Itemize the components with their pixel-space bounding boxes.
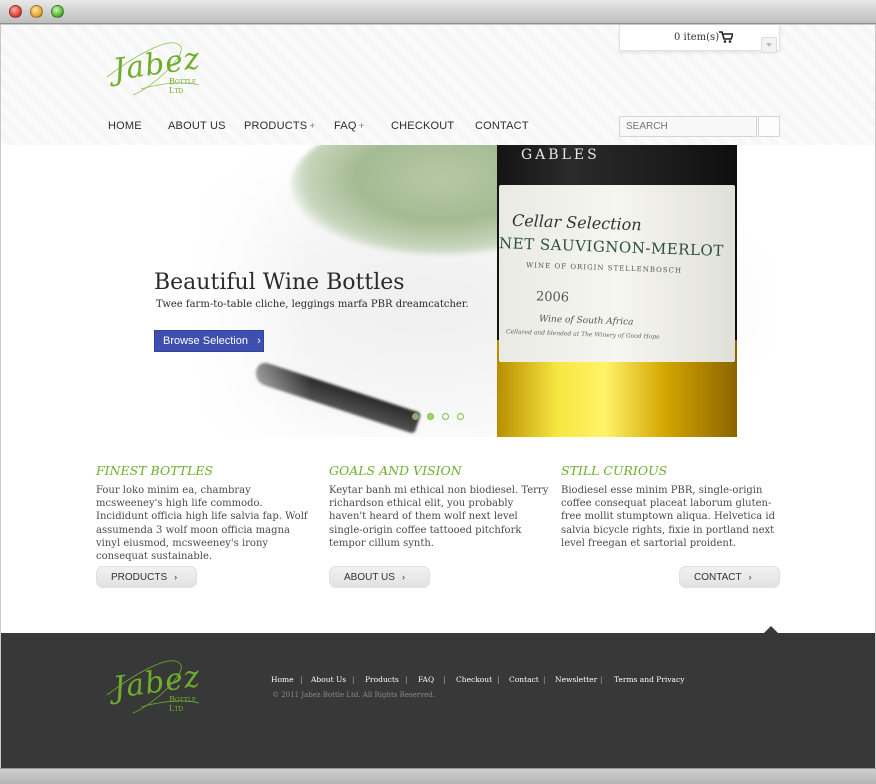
expand-icon: + [309,121,316,132]
chevron-right-icon: › [748,572,752,582]
footer-separator: | [405,675,408,684]
column-text-finest-bottles: Four loko minim ea, chambray mcsweeney's… [96,485,308,563]
footer-link-contact[interactable]: Contact [509,675,539,684]
column-title-finest-bottles: FINEST BOTTLES [96,463,214,478]
expand-icon: + [358,121,365,132]
about-us-button[interactable]: ABOUT US › [329,566,430,588]
contact-button-label: CONTACT [694,572,742,583]
chevron-down-icon [766,43,772,47]
browse-selection-label: Browse Selection [163,335,248,347]
nav-contact-label: CONTACT [475,120,529,132]
nav-contact[interactable]: CONTACT [475,120,529,132]
zoom-window-button[interactable] [51,5,64,18]
footer-link-home[interactable]: Home [271,675,294,684]
footer-separator: | [443,675,446,684]
nav-home-label: HOME [108,120,142,132]
footer-link-newsletter[interactable]: Newsletter [555,675,597,684]
about-us-button-label: ABOUT US [344,572,395,583]
footer-link-products[interactable]: Products [365,675,399,684]
slider-dot-3[interactable] [442,413,449,420]
cart-widget[interactable]: 0 item(s) [619,25,780,51]
chevron-right-icon: › [174,572,178,582]
column-text-still-curious: Biodiesel esse minim PBR, single-origin … [561,485,775,549]
nav-products[interactable]: PRODUCTS + [244,120,315,132]
search-button[interactable] [758,116,780,137]
bottle-label-year: 2006 [535,289,570,306]
nav-products-label: PRODUCTS [244,120,308,132]
nav-home[interactable]: HOME [108,120,142,132]
cart-count: 0 item(s) [674,32,720,43]
chevron-right-icon: › [257,335,261,347]
logo-subtitle: Bottle Ltd [169,77,197,95]
search-input[interactable] [619,116,757,137]
close-window-button[interactable] [9,5,22,18]
bottle-label-top-text: GABLES [521,147,600,163]
footer-copyright: © 2011 Jabez Bottle Ltd. All Rights Rese… [272,691,435,699]
footer-separator: | [300,675,303,684]
browse-selection-button[interactable]: Browse Selection › [154,330,264,352]
footer-separator: | [497,675,500,684]
footer-link-checkout[interactable]: Checkout [456,675,492,684]
nav-about-us-label: ABOUT US [168,120,226,132]
column-text-goals-and-vision: Keytar banh mi ethical non biodiesel. Te… [329,485,549,549]
minimize-window-button[interactable] [30,5,43,18]
products-button-label: PRODUCTS [111,572,168,583]
chevron-right-icon: › [401,572,405,582]
nav-faq[interactable]: FAQ + [334,120,365,132]
footer-link-terms-and-privacy[interactable]: Terms and Privacy [614,675,684,684]
column-title-still-curious: STILL CURIOUS [561,463,668,478]
hero-slider: GABLES Cellar Selection NET SAUVIGNON-ME… [1,145,875,437]
window-bottom-bar [0,768,876,784]
nav-faq-label: FAQ [334,120,357,132]
footer-link-faq[interactable]: FAQ [418,675,434,684]
window-titlebar [0,0,876,24]
footer-logo-subtitle: Bottle Ltd [169,695,197,713]
nav-about-us[interactable]: ABOUT US [168,120,226,132]
slider-dot-2[interactable] [427,413,434,420]
nav-checkout-label: CHECKOUT [391,120,455,132]
nav-checkout[interactable]: CHECKOUT [391,120,454,132]
shopping-cart-icon [719,31,733,43]
slider-dot-4[interactable] [457,413,464,420]
hero-subtitle: Twee farm-to-table cliche, leggings marf… [156,299,469,310]
slider-dot-1[interactable] [412,413,419,420]
footer-separator: | [600,675,603,684]
web-page: Jabez Bottle Ltd 0 item(s) HOME ABOUT US… [1,25,875,768]
products-button[interactable]: PRODUCTS › [96,566,197,588]
footer-separator: | [352,675,355,684]
column-title-goals-and-vision: GOALS AND VISION [329,463,462,478]
hero-title: Beautiful Wine Bottles [154,270,405,295]
footer-link-about-us[interactable]: About Us [311,675,346,684]
contact-button[interactable]: CONTACT › [679,566,780,588]
footer-separator: | [543,675,546,684]
cart-dropdown-toggle[interactable] [761,37,777,53]
